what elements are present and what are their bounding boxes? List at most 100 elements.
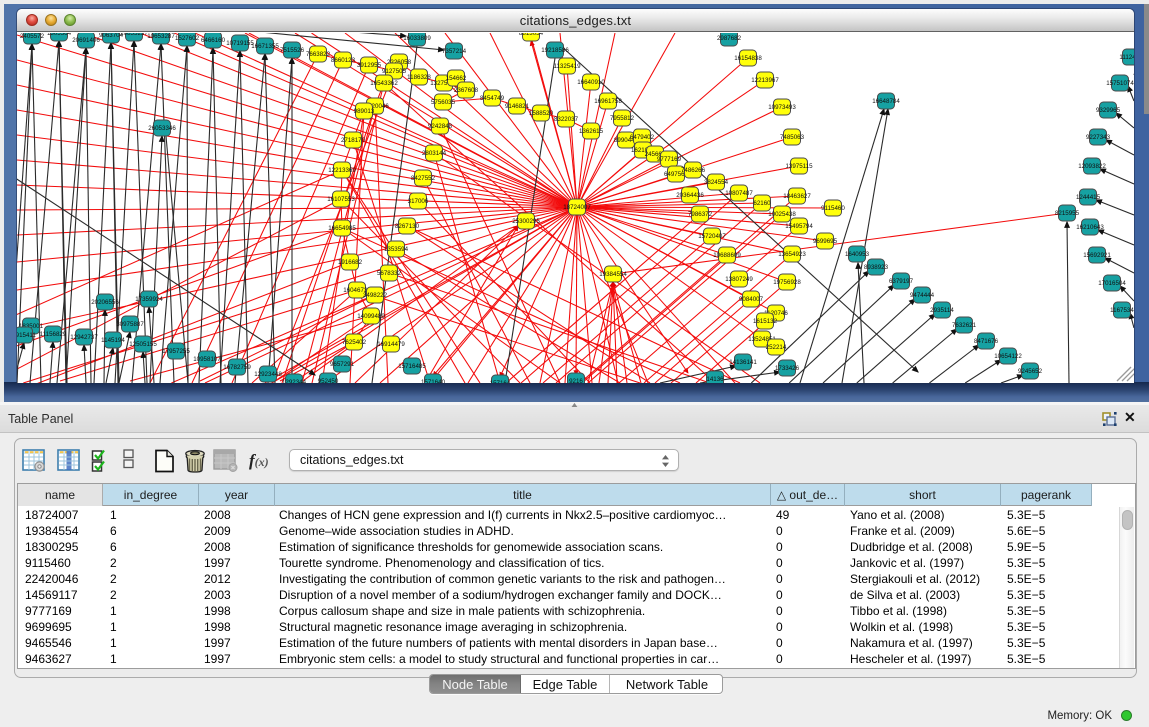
svg-text:12923448: 12923448 <box>254 371 282 378</box>
svg-text:16961758: 16961758 <box>594 98 622 105</box>
svg-text:1292344: 1292344 <box>282 379 307 383</box>
svg-text:16782759: 16782759 <box>223 364 251 371</box>
svg-text:7357214: 7357214 <box>442 48 467 55</box>
svg-text:12093822: 12093822 <box>1078 163 1106 170</box>
svg-text:1244415: 1244415 <box>1076 194 1101 201</box>
svg-text:154662: 154662 <box>446 75 467 82</box>
svg-text:952450: 952450 <box>318 378 339 383</box>
svg-text:10654122: 10654122 <box>994 353 1022 360</box>
svg-text:9084007: 9084007 <box>739 296 764 303</box>
svg-text:62160: 62160 <box>753 200 771 207</box>
svg-text:14136: 14136 <box>706 376 724 383</box>
svg-text:1916682: 1916682 <box>338 259 363 266</box>
svg-text:17957255: 17957255 <box>162 348 190 355</box>
svg-text:20206556: 20206556 <box>91 299 119 306</box>
svg-text:19756928: 19756928 <box>773 279 801 286</box>
svg-text:10719155: 10719155 <box>226 40 254 47</box>
svg-text:15495794: 15495794 <box>785 223 813 230</box>
svg-text:1640953: 1640953 <box>845 251 870 258</box>
svg-text:8813054: 8813054 <box>519 33 544 37</box>
svg-text:12213369: 12213369 <box>328 167 356 174</box>
svg-text:8660123: 8660123 <box>331 57 356 64</box>
svg-text:9227343: 9227343 <box>1086 134 1111 141</box>
svg-text:317006: 317006 <box>408 198 429 205</box>
svg-text:3915411: 3915411 <box>17 332 36 339</box>
svg-text:2718170: 2718170 <box>341 137 366 144</box>
svg-text:9146821: 9146821 <box>505 103 530 110</box>
svg-text:20691406: 20691406 <box>72 37 100 44</box>
svg-text:15716485: 15716485 <box>398 363 426 370</box>
svg-text:7625402: 7625402 <box>342 339 367 346</box>
svg-text:10807487: 10807487 <box>725 190 753 197</box>
svg-text:10688609: 10688609 <box>713 252 741 259</box>
svg-text:1571640: 1571640 <box>421 379 446 383</box>
svg-text:9474444: 9474444 <box>910 292 935 299</box>
svg-text:2803144: 2803144 <box>422 150 447 157</box>
svg-text:3498222: 3498222 <box>363 292 388 299</box>
svg-text:15692921: 15692921 <box>1083 252 1111 259</box>
svg-text:252214: 252214 <box>766 344 787 351</box>
svg-text:16210643: 16210643 <box>1076 224 1104 231</box>
svg-text:11325419: 11325419 <box>553 63 581 70</box>
svg-text:7632621: 7632621 <box>952 322 977 329</box>
svg-text:16154838: 16154838 <box>734 55 762 62</box>
svg-text:12213967: 12213967 <box>751 77 779 84</box>
svg-text:9127505: 9127505 <box>382 68 407 75</box>
svg-text:10025438: 10025438 <box>768 211 796 218</box>
svg-text:1145194: 1145194 <box>101 337 125 344</box>
svg-text:9242848: 9242848 <box>428 123 453 130</box>
svg-text:16654985: 16654985 <box>328 225 356 232</box>
svg-text:9777169: 9777169 <box>657 156 682 163</box>
svg-text:1733426: 1733426 <box>775 365 800 372</box>
svg-text:9216: 9216 <box>569 378 583 383</box>
svg-text:16671355: 16671355 <box>251 43 279 50</box>
svg-text:1353594: 1353594 <box>384 246 409 253</box>
svg-text:20364436: 20364436 <box>676 192 704 199</box>
svg-text:9657291: 9657291 <box>330 361 355 368</box>
svg-text:9699695: 9699695 <box>813 238 838 245</box>
svg-text:8471676: 8471676 <box>974 338 999 345</box>
svg-text:18463627: 18463627 <box>783 193 811 200</box>
svg-text:11156829: 11156829 <box>40 331 67 338</box>
svg-text:10973493: 10973493 <box>768 104 796 111</box>
svg-text:17359924: 17359924 <box>135 296 163 303</box>
svg-text:10653287: 10653287 <box>147 33 175 40</box>
svg-text:5756035: 5756035 <box>431 99 456 106</box>
svg-text:1112437: 1112437 <box>1119 54 1134 61</box>
svg-text:16543362: 16543362 <box>370 80 398 87</box>
svg-text:7955812: 7955812 <box>610 115 635 122</box>
svg-text:13807249: 13807249 <box>725 276 753 283</box>
svg-text:6466160: 6466160 <box>201 37 226 44</box>
svg-text:16640910: 16640910 <box>577 79 605 86</box>
svg-text:9329965: 9329965 <box>1096 107 1121 114</box>
svg-text:10855257: 10855257 <box>120 33 148 37</box>
svg-text:12942737: 12942737 <box>70 334 98 341</box>
svg-text:25300295: 25300295 <box>512 218 540 225</box>
svg-text:1527602: 1527602 <box>175 35 200 42</box>
svg-text:16648784: 16648784 <box>872 98 900 105</box>
svg-text:13654923: 13654923 <box>778 251 806 258</box>
svg-text:7515526: 7515526 <box>280 47 305 54</box>
svg-text:26053346: 26053346 <box>148 125 176 132</box>
svg-text:3912955: 3912955 <box>357 62 382 69</box>
svg-text:2987682: 2987682 <box>717 35 742 42</box>
svg-text:1186328: 1186328 <box>407 74 431 81</box>
svg-text:10958107: 10958107 <box>193 356 221 363</box>
svg-text:6479402: 6479402 <box>630 134 655 141</box>
svg-text:5678332: 5678332 <box>377 270 402 277</box>
svg-text:18724007: 18724007 <box>563 204 591 211</box>
svg-text:9245652: 9245652 <box>1018 368 1043 375</box>
svg-text:1588520: 1588520 <box>529 110 554 117</box>
svg-text:9115460: 9115460 <box>821 205 845 212</box>
svg-text:7986372: 7986372 <box>688 211 713 218</box>
svg-text:12505155: 12505155 <box>129 341 157 348</box>
svg-text:19384554: 19384554 <box>599 271 627 278</box>
svg-text:16107553: 16107553 <box>327 196 355 203</box>
svg-text:14099489: 14099489 <box>357 313 385 320</box>
svg-text:1362615: 1362615 <box>579 128 604 135</box>
svg-text:3824554: 3824554 <box>704 179 729 186</box>
svg-text:30975887: 30975887 <box>116 321 144 328</box>
svg-text:16033809: 16033809 <box>403 35 431 42</box>
svg-text:2405572: 2405572 <box>20 33 45 40</box>
svg-text:13975115: 13975115 <box>785 163 813 170</box>
